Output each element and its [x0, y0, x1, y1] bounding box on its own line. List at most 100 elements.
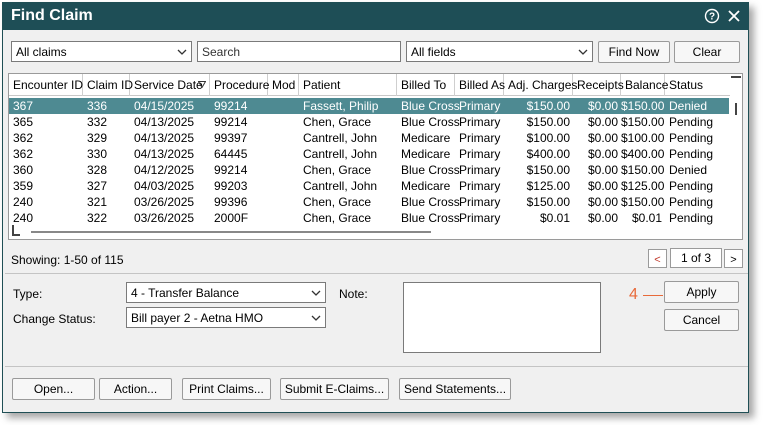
- table-row[interactable]: 359 327 04/03/2025 99203 Cantrell, John Medic…: [9, 178, 729, 194]
- apply-button[interactable]: Apply: [664, 281, 739, 303]
- table-row[interactable]: 362 330 04/13/2025 64445 Cantrell, John Medic…: [9, 146, 729, 162]
- print-claims-button[interactable]: Print Claims...: [182, 378, 271, 400]
- cell-patient: Chen, Grace: [303, 115, 372, 129]
- next-page-button[interactable]: >: [724, 249, 743, 268]
- claims-table: Encounter ID Claim ID Service Date Procedur…: [8, 73, 743, 240]
- search-input[interactable]: Search: [197, 41, 401, 62]
- cell-adj-charges: $400.00: [526, 147, 570, 161]
- find-now-button[interactable]: Find Now: [598, 41, 670, 63]
- cell-service-date: 03/26/2025: [134, 195, 195, 209]
- column-header-label: Patient: [303, 78, 341, 92]
- cell-service-date: 04/13/2025: [134, 147, 195, 161]
- cell-service-date: 04/03/2025: [134, 179, 195, 193]
- prev-page-button[interactable]: <: [648, 249, 667, 268]
- cell-receipts: $0.00: [587, 131, 618, 145]
- cell-patient: Chen, Grace: [303, 195, 372, 209]
- column-header-billed-to[interactable]: Billed To: [397, 74, 455, 96]
- column-header-label: Mod: [272, 78, 296, 92]
- chevron-down-icon: [311, 315, 321, 321]
- help-icon[interactable]: ?: [704, 8, 720, 24]
- table-row[interactable]: 365 332 04/13/2025 99214 Chen, Grace Blue Cro…: [9, 114, 729, 130]
- cell-procedure: 99214: [214, 163, 248, 177]
- cell-adj-charges: $100.00: [526, 131, 570, 145]
- type-select[interactable]: 4 - Transfer Balance: [126, 282, 326, 303]
- cell-encounter-id: 367: [13, 99, 34, 113]
- table-row[interactable]: 362 329 04/13/2025 99397 Cantrell, John Medic…: [9, 130, 729, 146]
- cell-claim-id: 327: [87, 179, 108, 193]
- send-statements-button[interactable]: Send Statements...: [399, 378, 511, 400]
- cell-status: Pending: [669, 115, 714, 129]
- cell-claim-id: 328: [87, 163, 108, 177]
- close-icon[interactable]: [726, 8, 742, 24]
- cell-balance: $400.00: [621, 147, 665, 161]
- cell-billed-to: Blue Cross: [401, 195, 460, 209]
- note-textarea[interactable]: [403, 282, 601, 353]
- vertical-scrollbar[interactable]: [730, 74, 742, 226]
- column-header-label: Procedure: [214, 78, 270, 92]
- cell-mod: [272, 194, 299, 210]
- cell-claim-id: 329: [87, 131, 108, 145]
- column-header-billed-as[interactable]: Billed As: [455, 74, 506, 96]
- cell-billed-as: Primary: [459, 211, 501, 225]
- clear-button[interactable]: Clear: [674, 41, 740, 63]
- fields-filter-value: All fields: [411, 45, 456, 59]
- cell-billed-as: Primary: [459, 147, 501, 161]
- column-header-label: Billed As: [459, 78, 506, 92]
- fields-filter-select[interactable]: All fields: [406, 41, 593, 62]
- cell-status: Pending: [669, 195, 714, 209]
- cell-encounter-id: 360: [13, 163, 34, 177]
- cell-encounter-id: 240: [13, 211, 34, 225]
- cell-receipts: $0.00: [587, 147, 618, 161]
- cell-balance: $150.00: [621, 163, 665, 177]
- cell-patient: Fassett, Philip: [303, 99, 379, 113]
- column-header-balance[interactable]: Balance: [621, 74, 668, 96]
- svg-text:?: ?: [709, 12, 715, 23]
- column-header-label: Receipts: [577, 78, 624, 92]
- column-header-adj-charges[interactable]: Adj. Charges: [504, 74, 577, 96]
- cell-procedure: 2000F: [214, 211, 249, 225]
- cell-procedure: 99396: [214, 195, 248, 209]
- column-header-service-date[interactable]: Service Date: [130, 74, 210, 96]
- cell-balance: $0.01: [631, 211, 662, 225]
- submit-e-claims-button[interactable]: Submit E-Claims...: [280, 378, 389, 400]
- cell-billed-as: Primary: [459, 99, 501, 113]
- note-label: Note:: [339, 287, 368, 301]
- cell-status: Pending: [669, 211, 714, 225]
- column-header-encounter-id[interactable]: Encounter ID: [9, 74, 83, 96]
- step-callout-line: [643, 295, 663, 296]
- change-status-label: Change Status:: [13, 312, 96, 326]
- cell-status: Pending: [669, 179, 714, 193]
- cancel-button[interactable]: Cancel: [664, 309, 739, 331]
- showing-count: Showing: 1-50 of 115: [11, 253, 124, 267]
- change-status-select[interactable]: Bill payer 2 - Aetna HMO: [126, 307, 326, 328]
- column-header-status[interactable]: Status: [665, 74, 731, 96]
- claims-filter-select[interactable]: All claims: [11, 41, 192, 62]
- type-value: 4 - Transfer Balance: [131, 286, 240, 300]
- column-header-procedure[interactable]: Procedure: [210, 74, 270, 96]
- cell-mod: [272, 98, 299, 114]
- table-header: Encounter ID Claim ID Service Date Procedur…: [9, 74, 731, 96]
- cell-procedure: 99214: [214, 115, 248, 129]
- cell-balance: $125.00: [621, 179, 665, 193]
- column-header-claim-id[interactable]: Claim ID: [83, 74, 134, 96]
- table-row[interactable]: 240 321 03/26/2025 99396 Chen, Grace Blue Cro…: [9, 194, 729, 210]
- type-label: Type:: [13, 287, 43, 301]
- horizontal-scrollbar[interactable]: [9, 225, 742, 239]
- column-header-label: Claim ID: [87, 78, 134, 92]
- column-header-patient[interactable]: Patient: [299, 74, 397, 96]
- table-row[interactable]: 360 328 04/12/2025 99214 Chen, Grace Blue Cro…: [9, 162, 729, 178]
- action-button[interactable]: Action...: [99, 378, 172, 400]
- cell-billed-as: Primary: [459, 179, 501, 193]
- column-header-label: Encounter ID: [13, 78, 84, 92]
- cell-encounter-id: 359: [13, 179, 34, 193]
- column-header-mod[interactable]: Mod: [268, 74, 299, 96]
- chevron-down-icon: [311, 290, 321, 296]
- column-header-receipts[interactable]: Receipts: [573, 74, 624, 96]
- table-row[interactable]: 367 336 04/15/2025 99214 Fassett, Philip Blue…: [9, 98, 729, 114]
- table-row[interactable]: 240 322 03/26/2025 2000F Chen, Grace Blue Cro…: [9, 210, 729, 226]
- cell-service-date: 04/13/2025: [134, 131, 195, 145]
- cell-adj-charges: $125.00: [526, 179, 570, 193]
- column-header-label: Service Date: [134, 78, 203, 92]
- divider: [5, 366, 748, 367]
- open-button[interactable]: Open...: [12, 378, 95, 400]
